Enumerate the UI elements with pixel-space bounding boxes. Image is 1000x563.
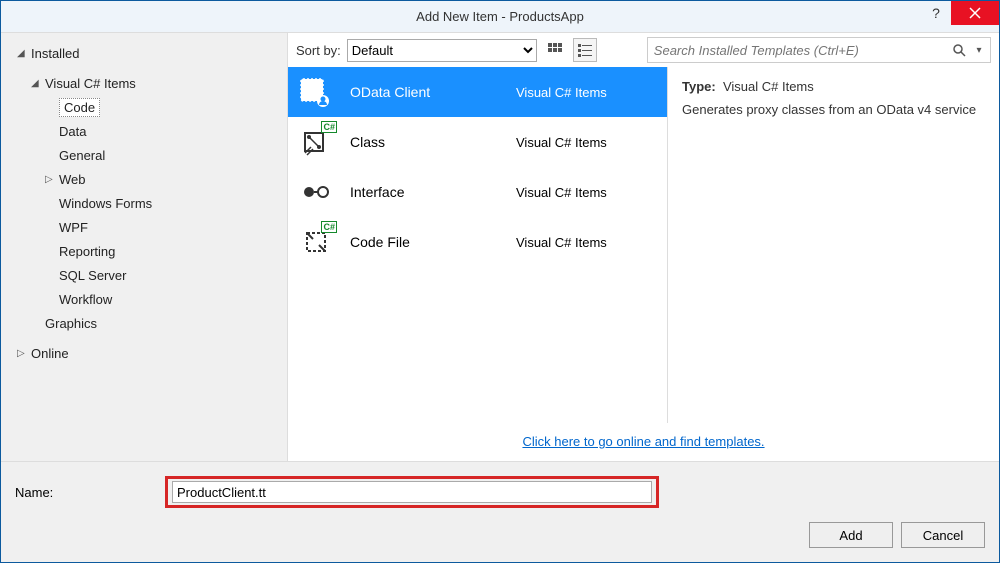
dialog-body: ◢ Installed ◢ Visual C# Items Code Data … [1, 32, 999, 562]
online-link-row: Click here to go online and find templat… [288, 423, 999, 461]
sidebar-item-web[interactable]: ▷ Web [1, 167, 287, 191]
sidebar-item-general[interactable]: General [1, 143, 287, 167]
titlebar: Add New Item - ProductsApp ? [1, 1, 999, 32]
sidebar-online[interactable]: ▷ Online [1, 341, 287, 365]
csharp-badge-icon: C# [321, 221, 337, 233]
collapse-arrow-icon: ◢ [17, 48, 31, 59]
sidebar-item-code[interactable]: Code [1, 95, 287, 119]
cancel-button[interactable]: Cancel [901, 522, 985, 548]
sidebar-item-workflow[interactable]: Workflow [1, 287, 287, 311]
bottom-panel: Name: Add Cancel [1, 461, 999, 562]
collapse-arrow-icon: ◢ [31, 78, 45, 89]
category-sidebar: ◢ Installed ◢ Visual C# Items Code Data … [1, 33, 288, 461]
class-icon: C# [298, 124, 334, 160]
add-button[interactable]: Add [809, 522, 893, 548]
window-controls: ? [921, 1, 999, 25]
button-row: Add Cancel [15, 522, 985, 548]
sidebar-item-winforms[interactable]: Windows Forms [1, 191, 287, 215]
template-description: Generates proxy classes from an OData v4… [682, 102, 985, 117]
template-interface[interactable]: Interface Visual C# Items [288, 167, 667, 217]
template-odata-client[interactable]: OData Client Visual C# Items [288, 67, 667, 117]
sidebar-item-sqlserver[interactable]: SQL Server [1, 263, 287, 287]
lists-area: OData Client Visual C# Items C# Class Vi… [288, 67, 999, 423]
sort-by-label: Sort by: [296, 43, 341, 58]
template-class[interactable]: C# Class Visual C# Items [288, 117, 667, 167]
search-icon[interactable] [952, 43, 972, 57]
odata-client-icon [298, 74, 334, 110]
go-online-link[interactable]: Click here to go online and find templat… [522, 434, 764, 449]
view-grid-button[interactable] [543, 38, 567, 62]
expand-arrow-icon: ▷ [45, 174, 59, 185]
info-pane: Type: Visual C# Items Generates proxy cl… [668, 67, 999, 423]
toolbar: Sort by: Default [288, 33, 999, 67]
search-input[interactable] [652, 42, 952, 59]
view-list-button[interactable] [573, 38, 597, 62]
code-file-icon: C# [298, 224, 334, 260]
expand-arrow-icon: ▷ [17, 348, 31, 359]
search-dropdown-icon[interactable]: ▾ [972, 45, 986, 56]
interface-icon [298, 174, 334, 210]
name-label: Name: [15, 485, 155, 500]
sidebar-installed[interactable]: ◢ Installed [1, 41, 287, 65]
search-box[interactable]: ▾ [647, 37, 991, 63]
name-input[interactable] [172, 481, 652, 503]
help-button[interactable]: ? [921, 1, 951, 25]
sidebar-csharp-items[interactable]: ◢ Visual C# Items [1, 71, 287, 95]
sidebar-item-graphics[interactable]: Graphics [1, 311, 287, 335]
template-code-file[interactable]: C# Code File Visual C# Items [288, 217, 667, 267]
name-highlight [165, 476, 659, 508]
template-list: OData Client Visual C# Items C# Class Vi… [288, 67, 668, 423]
main-pane: Sort by: Default [288, 33, 999, 461]
type-line: Type: Visual C# Items [682, 79, 985, 94]
csharp-badge-icon: C# [321, 121, 337, 133]
sidebar-item-data[interactable]: Data [1, 119, 287, 143]
close-button[interactable] [951, 1, 999, 25]
dialog-title: Add New Item - ProductsApp [416, 9, 584, 24]
sort-by-select[interactable]: Default [347, 39, 537, 62]
sidebar-item-reporting[interactable]: Reporting [1, 239, 287, 263]
top-area: ◢ Installed ◢ Visual C# Items Code Data … [1, 32, 999, 461]
sidebar-item-wpf[interactable]: WPF [1, 215, 287, 239]
dialog-window: Add New Item - ProductsApp ? ◢ Installed… [0, 0, 1000, 563]
name-row: Name: [15, 476, 985, 508]
